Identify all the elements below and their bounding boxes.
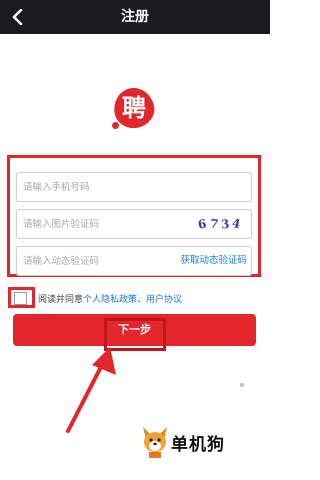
decorative-dot <box>240 383 244 387</box>
page-title: 注册 <box>121 9 149 25</box>
logo-char: 聘 <box>122 94 146 122</box>
pointer-arrow-icon <box>66 347 116 433</box>
image-code-input[interactable] <box>17 210 167 238</box>
phone-input[interactable] <box>17 173 243 201</box>
header-bar: 注册 <box>0 0 270 34</box>
sms-code-field: 获取动态验证码 <box>16 246 252 276</box>
privacy-policy-link[interactable]: 个人隐私政策 <box>83 295 137 305</box>
image-code-field: 6 7 3 4 <box>16 209 252 239</box>
phone-field <box>16 172 252 202</box>
dog-logo-icon <box>143 427 167 458</box>
get-code-button[interactable]: 获取动态验证码 <box>180 247 247 275</box>
user-agreement-link[interactable]: 用户协议 <box>146 295 182 305</box>
watermark-text: 单机狗 <box>171 435 225 455</box>
form-highlight-box: 6 7 3 4 获取动态验证码 <box>7 155 261 277</box>
watermark: 单机狗 <box>140 425 260 459</box>
captcha-image[interactable]: 6 7 3 4 <box>195 213 247 235</box>
agree-checkbox[interactable] <box>14 292 27 305</box>
agreement-text: 阅读并同意个人隐私政策、用户协议 <box>38 295 183 305</box>
sms-code-input[interactable] <box>17 247 167 275</box>
app-logo: 聘 <box>110 84 158 132</box>
